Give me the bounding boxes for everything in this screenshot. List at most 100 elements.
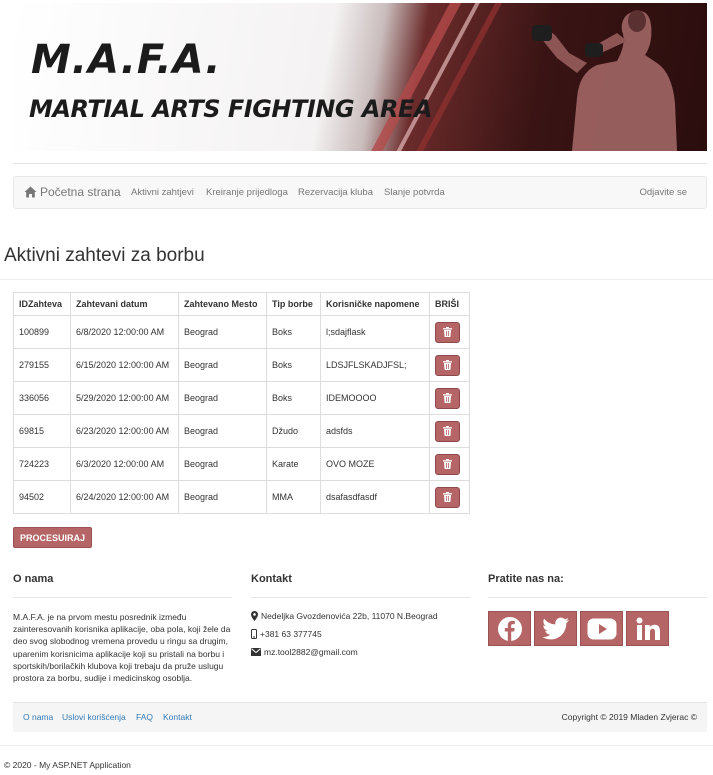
requested-place-cell: Beograd — [178, 348, 267, 382]
footer-link-contact[interactable]: Kontakt — [163, 712, 192, 722]
column-header: IDZahteva — [13, 292, 71, 316]
contact-address: Nedeljka Gvozdenovića 22b, 11070 N.Beogr… — [251, 611, 438, 621]
phone-icon — [251, 629, 257, 639]
trash-icon — [443, 393, 452, 403]
phone-text: +381 63 377745 — [260, 629, 322, 639]
requested-date-cell: 6/15/2020 12:00:00 AM — [70, 348, 179, 382]
requested-place-cell: Beograd — [178, 381, 267, 415]
requested-date-cell: 6/8/2020 12:00:00 AM — [70, 315, 179, 349]
fight-type-cell: Boks — [266, 315, 321, 349]
table-header-row: IDZahteva Zahtevani datum Zahtevano Mest… — [13, 292, 470, 316]
delete-button[interactable] — [435, 453, 460, 475]
table-row: 100899 6/8/2020 12:00:00 AM Beograd Boks l;s… — [13, 315, 470, 349]
table-row: 69815 6/23/2020 12:00:00 AM Beograd Džudo ad… — [13, 414, 470, 448]
request-id-cell: 336056 — [13, 381, 71, 415]
delete-cell — [429, 480, 470, 514]
divider — [0, 745, 713, 746]
fight-type-cell: Džudo — [266, 414, 321, 448]
table-row: 279155 6/15/2020 12:00:00 AM Beograd Boks LD… — [13, 348, 470, 382]
user-notes-cell: OVO MOZE — [320, 447, 430, 481]
fight-type-cell: MMA — [266, 480, 321, 514]
header-banner: M.A.F.A. MARTIAL ARTS FIGHTING AREA — [13, 3, 707, 151]
home-icon — [24, 186, 37, 198]
user-notes-cell: IDEMOOOO — [320, 381, 430, 415]
delete-button[interactable] — [435, 486, 460, 508]
delete-button[interactable] — [435, 420, 460, 442]
contact-title: Kontakt — [251, 573, 292, 585]
request-id-cell: 100899 — [13, 315, 71, 349]
fight-type-cell: Karate — [266, 447, 321, 481]
delete-cell — [429, 315, 470, 349]
requests-table: IDZahteva Zahtevani datum Zahtevano Mest… — [13, 292, 470, 514]
request-id-cell: 279155 — [13, 348, 71, 382]
envelope-icon — [251, 648, 261, 656]
nav-send-confirmations[interactable]: Slanje potvrda — [384, 187, 445, 198]
trash-icon — [443, 492, 452, 502]
requested-date-cell: 5/29/2020 12:00:00 AM — [70, 381, 179, 415]
divider — [13, 597, 232, 598]
nav-club-reservation[interactable]: Rezervacija kluba — [298, 187, 373, 198]
trash-icon — [443, 327, 452, 337]
linkedin-button[interactable] — [626, 611, 669, 646]
divider — [488, 597, 707, 598]
column-header: Zahtevani datum — [70, 292, 179, 316]
footer-link-about[interactable]: O nama — [23, 712, 53, 722]
column-header: Zahtevano Mesto — [178, 292, 267, 316]
footer-link-terms[interactable]: Uslovi korišćenja — [62, 712, 126, 722]
address-text: Nedeljka Gvozdenovića 22b, 11070 N.Beogr… — [261, 611, 438, 621]
facebook-icon — [497, 616, 522, 641]
delete-button[interactable] — [435, 321, 460, 343]
table-row: 336056 5/29/2020 12:00:00 AM Beograd Boks ID… — [13, 381, 470, 415]
requested-place-cell: Beograd — [178, 414, 267, 448]
user-notes-cell: l;sdajflask — [320, 315, 430, 349]
request-id-cell: 724223 — [13, 447, 71, 481]
nav-active-requests[interactable]: Aktivni zahtjevi — [131, 187, 194, 198]
linkedin-icon — [636, 617, 660, 640]
divider — [0, 279, 713, 280]
process-button[interactable]: PROCESUIRAJ — [13, 527, 92, 548]
about-text: M.A.F.A. je na prvom mestu posrednik izm… — [13, 612, 231, 684]
page-footer: © 2020 - My ASP.NET Application — [4, 760, 131, 770]
column-header: Korisničke napomene — [320, 292, 430, 316]
requested-place-cell: Beograd — [178, 315, 267, 349]
twitter-button[interactable] — [534, 611, 577, 646]
delete-cell — [429, 348, 470, 382]
table-row: 724223 6/3/2020 12:00:00 AM Beograd Karate O… — [13, 447, 470, 481]
requested-place-cell: Beograd — [178, 480, 267, 514]
user-notes-cell: adsfds — [320, 414, 430, 448]
delete-button[interactable] — [435, 387, 460, 409]
table-row: 94502 6/24/2020 12:00:00 AM Beograd MMA dsaf… — [13, 480, 470, 514]
divider — [251, 597, 470, 598]
nav-home-link[interactable]: Početna strana — [24, 185, 121, 199]
delete-cell — [429, 414, 470, 448]
delete-button[interactable] — [435, 354, 460, 376]
contact-email: mz.tool2882@gmail.com — [251, 647, 358, 657]
requested-date-cell: 6/24/2020 12:00:00 AM — [70, 480, 179, 514]
request-id-cell: 69815 — [13, 414, 71, 448]
youtube-icon — [587, 618, 616, 639]
banner-subtitle: MARTIAL ARTS FIGHTING AREA — [29, 95, 432, 123]
nav-create-proposal[interactable]: Kreiranje prijedloga — [206, 187, 288, 198]
youtube-button[interactable] — [580, 611, 623, 646]
footer-bar: O nama Uslovi korišćenja FAQ Kontakt Cop… — [13, 702, 707, 732]
about-title: O nama — [13, 573, 54, 585]
logout-link[interactable]: Odjavite se — [639, 187, 687, 198]
contact-phone: +381 63 377745 — [251, 629, 322, 639]
delete-cell — [429, 447, 470, 481]
twitter-icon — [541, 617, 569, 639]
trash-icon — [443, 459, 452, 469]
divider — [13, 163, 707, 164]
footer-link-faq[interactable]: FAQ — [136, 712, 153, 722]
user-notes-cell: dsafasdfasdf — [320, 480, 430, 514]
trash-icon — [443, 360, 452, 370]
requested-date-cell: 6/3/2020 12:00:00 AM — [70, 447, 179, 481]
email-text: mz.tool2882@gmail.com — [264, 647, 358, 657]
requested-date-cell: 6/23/2020 12:00:00 AM — [70, 414, 179, 448]
map-marker-icon — [251, 611, 258, 621]
nav-home-label: Početna strana — [40, 185, 121, 199]
fight-type-cell: Boks — [266, 348, 321, 382]
facebook-button[interactable] — [488, 611, 531, 646]
social-title: Pratite nas na: — [488, 573, 564, 585]
requested-place-cell: Beograd — [178, 447, 267, 481]
request-id-cell: 94502 — [13, 480, 71, 514]
